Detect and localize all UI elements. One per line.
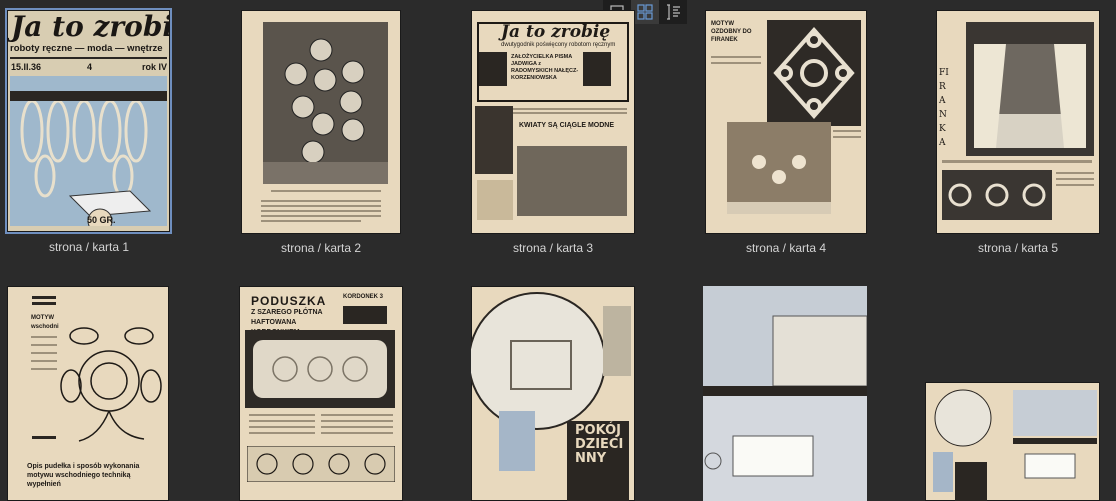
portrait-photos	[263, 38, 388, 184]
cover-date: 15.II.36	[11, 62, 42, 72]
flower-pattern-drawing	[60, 327, 162, 442]
cover-subtitle: roboty ręczne — moda — wnętrze	[10, 43, 163, 54]
window-curtain-icon	[974, 44, 1086, 148]
page-caption-1: strona / karta 1	[48, 240, 130, 254]
lace-border-photo	[942, 170, 1052, 220]
page6-footer: Opis pudełka i sposób wykonania motywu w…	[27, 463, 140, 488]
page3-title: Ja to zrobię	[501, 22, 611, 42]
page3-founder: ZAŁOŻYCIELKA PISMA JADWIGA z RADOMYSKICH…	[511, 54, 579, 81]
page7-title: PODUSZKA	[251, 294, 327, 308]
page5-vertical-title: FIRANKA	[939, 68, 949, 148]
lace-motif-photo	[767, 20, 861, 126]
curtain-photo	[966, 22, 1094, 156]
page3-headline: KWIATY SĄ CIĄGLE MODNE	[519, 122, 615, 129]
page-thumbnail-9[interactable]	[703, 286, 867, 501]
embroidery-icon	[727, 155, 831, 214]
pillow-icon	[253, 340, 387, 398]
page-caption-4: strona / karta 4	[745, 241, 827, 255]
pillow-photo	[245, 330, 395, 408]
page-thumbnail-7[interactable]: PODUSZKA Z SZAREGO PŁÓTNA HAFTOWANA KORD…	[239, 286, 403, 501]
lace-pattern-icon	[948, 183, 1046, 207]
list-view-button[interactable]	[659, 0, 687, 24]
page3-subtitle: dwutygodnik poświęcony robotom ręcznym	[501, 42, 616, 48]
lace-motif-icon	[773, 26, 855, 120]
page-thumbnail-8[interactable]: POKÓJ DZIECINNY	[471, 286, 635, 501]
cover-title: Ja to zrobię	[11, 10, 170, 43]
grid-icon	[637, 4, 653, 20]
page-thumbnail-1[interactable]: Ja to zrobię roboty ręczne — moda — wnęt…	[5, 8, 172, 234]
page-thumbnail-5[interactable]: FIRANKA	[936, 10, 1100, 234]
page-thumbnail-4[interactable]: MOTYW OZDOBNY DO FIRANEK	[705, 10, 867, 234]
page-caption-5: strona / karta 5	[977, 241, 1059, 255]
page-caption-3: strona / karta 3	[512, 241, 594, 255]
cover-illustration	[10, 76, 167, 232]
page4-heading: MOTYW OZDOBNY DO FIRANEK	[711, 21, 752, 43]
border-pattern-drawing	[247, 446, 395, 482]
page-thumbnail-3[interactable]: Ja to zrobię dwutygodnik poświęcony robo…	[471, 10, 635, 234]
cover-issue: 4	[87, 62, 93, 72]
cover-price: 50 GR.	[87, 215, 116, 225]
list-icon	[667, 4, 680, 20]
page-thumbnail-10[interactable]	[925, 382, 1100, 501]
embroidered-cloth-photo	[727, 122, 831, 214]
lace-illustration	[10, 91, 167, 232]
page-caption-2: strona / karta 2	[280, 241, 362, 255]
nursery-photo	[471, 292, 631, 501]
cover-year: rok IV	[142, 62, 168, 72]
page7-brand: KORDONEK 3	[343, 294, 384, 300]
nursery-furniture-photo	[703, 286, 867, 501]
nursery-spread-photo	[933, 389, 1097, 501]
page-thumbnail-6[interactable]: MOTYW wschodni Opis pudełka i sposób wyk…	[7, 286, 169, 501]
page8-title: POKÓJ DZIECINNY	[575, 423, 624, 466]
photo-collage	[263, 22, 388, 184]
grid-view-button[interactable]	[631, 0, 659, 24]
page-thumbnail-2[interactable]	[241, 10, 401, 234]
